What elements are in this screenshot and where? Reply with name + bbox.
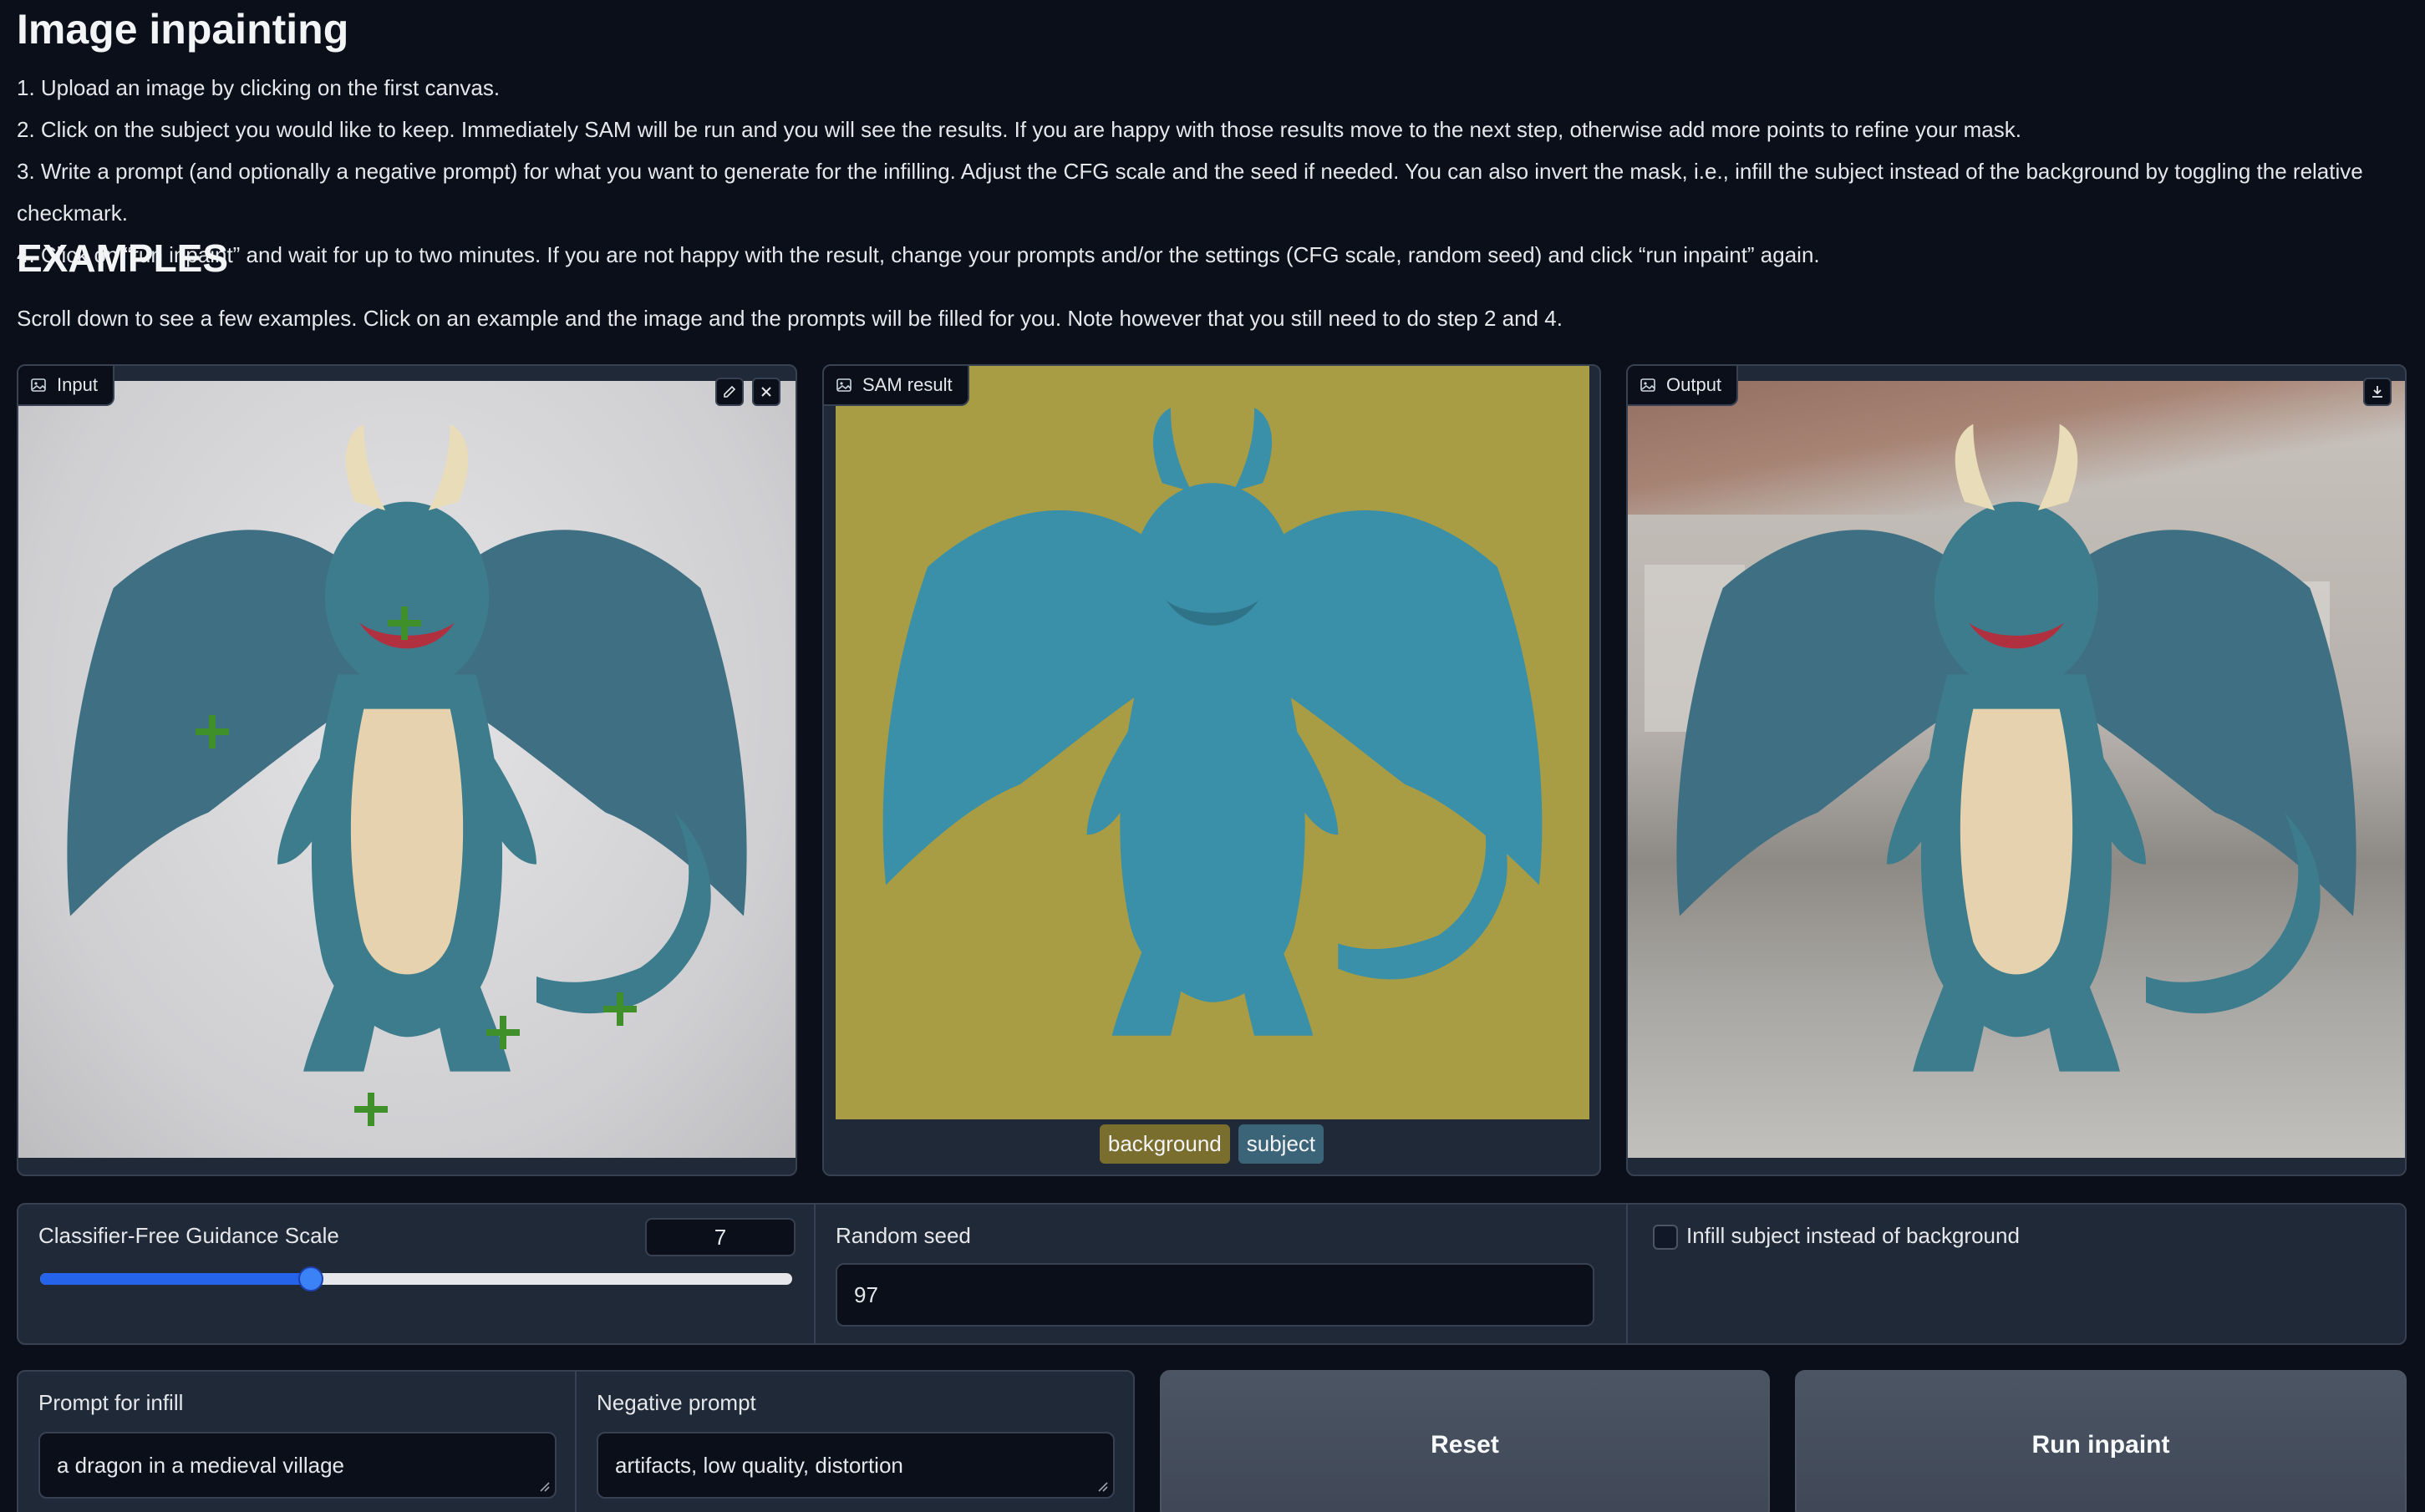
download-icon <box>2372 386 2382 398</box>
legend-background: background <box>1099 1124 1230 1164</box>
step-2: 2. Click on the subject you would like t… <box>17 117 2021 142</box>
point-marker <box>354 1093 388 1126</box>
resize-handle-icon[interactable] <box>538 1480 550 1492</box>
prompts-panel: Prompt for infill a dragon in a medieval… <box>17 1370 1135 1512</box>
cfg-slider[interactable] <box>40 1266 792 1291</box>
cfg-label: Classifier-Free Guidance Scale <box>38 1223 339 1248</box>
cfg-slider-thumb[interactable] <box>298 1266 323 1291</box>
examples-heading: EXAMPLES <box>17 236 229 280</box>
step-3: 3. Write a prompt (and optionally a nega… <box>17 159 2363 226</box>
instructions: 1. Upload an image by clicking on the fi… <box>17 67 2425 276</box>
input-label-text: Input <box>57 374 98 395</box>
point-marker <box>603 992 637 1026</box>
infill-toggle: Infill subject instead of background <box>1628 1205 2405 1343</box>
negative-prompt-input[interactable]: artifacts, low quality, distortion <box>597 1432 1115 1499</box>
output-label-text: Output <box>1666 374 1722 395</box>
image-icon <box>31 378 46 392</box>
point-marker <box>196 715 229 748</box>
output-image <box>1628 381 2405 1158</box>
resize-handle-icon[interactable] <box>1096 1480 1108 1492</box>
infill-prompt-value: a dragon in a medieval village <box>57 1452 344 1478</box>
cfg-number-input[interactable] <box>645 1218 796 1256</box>
edit-button[interactable] <box>715 378 744 406</box>
seed-control: Random seed 97 <box>816 1205 1626 1343</box>
dragon-figure <box>18 381 796 1158</box>
subject-mask <box>836 366 1589 1119</box>
input-image[interactable] <box>18 381 796 1158</box>
clear-button[interactable] <box>752 378 780 406</box>
infill-checkbox[interactable] <box>1653 1225 1678 1250</box>
input-image-panel[interactable]: Input <box>17 364 797 1176</box>
divider <box>575 1372 577 1512</box>
legend-subject: subject <box>1238 1124 1324 1164</box>
dragon-figure <box>1628 381 2405 1158</box>
cfg-scale-control: Classifier-Free Guidance Scale <box>18 1205 814 1343</box>
cfg-slider-fill <box>40 1273 311 1285</box>
point-marker <box>486 1016 520 1049</box>
sam-legend: background subject <box>824 1124 1599 1164</box>
sam-result-panel: SAM result background subject <box>822 364 1601 1176</box>
download-button[interactable] <box>2363 378 2392 406</box>
infill-prompt-label: Prompt for infill <box>38 1390 184 1415</box>
output-image-panel: Output <box>1626 364 2407 1176</box>
step-4: 4. Click on “run inpaint” and wait for u… <box>17 242 1820 267</box>
image-icon <box>1640 378 1655 392</box>
settings-panel: Classifier-Free Guidance Scale Random se… <box>17 1203 2407 1345</box>
sam-mask-image <box>836 366 1589 1119</box>
reset-button[interactable]: Reset <box>1160 1370 1770 1512</box>
close-icon <box>761 387 771 397</box>
input-label: Input <box>18 366 114 406</box>
seed-input[interactable]: 97 <box>836 1263 1594 1327</box>
seed-label: Random seed <box>836 1223 971 1248</box>
run-inpaint-button[interactable]: Run inpaint <box>1795 1370 2407 1512</box>
step-1: 1. Upload an image by clicking on the fi… <box>17 75 501 100</box>
point-marker <box>388 606 421 640</box>
infill-prompt-input[interactable]: a dragon in a medieval village <box>38 1432 557 1499</box>
negative-prompt-value: artifacts, low quality, distortion <box>615 1452 903 1478</box>
negative-prompt-label: Negative prompt <box>597 1390 756 1415</box>
output-label: Output <box>1628 366 1739 406</box>
page-title: Image inpainting <box>17 6 349 53</box>
image-icon <box>836 378 852 392</box>
sam-label-text: SAM result <box>862 374 953 395</box>
edit-icon <box>724 385 736 398</box>
infill-checkbox-label: Infill subject instead of background <box>1686 1223 2020 1248</box>
sam-label: SAM result <box>824 366 969 406</box>
examples-description: Scroll down to see a few examples. Click… <box>17 306 1563 331</box>
